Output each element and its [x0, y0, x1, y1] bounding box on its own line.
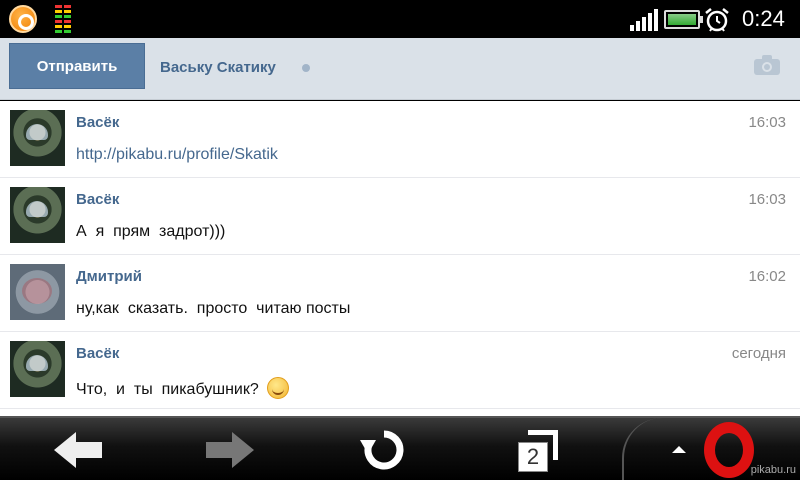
send-button[interactable]: Отправить [9, 43, 145, 89]
level-meter-icon [55, 5, 71, 33]
status-clock: 0:24 [742, 6, 785, 31]
conversation-header: Отправить Ваську Скатику [0, 38, 800, 100]
reload-icon[interactable] [360, 426, 408, 474]
message-text-row: Что, и ты пикабушник? [76, 377, 289, 399]
message-text: ну,как сказать. просто читаю посты [76, 300, 351, 317]
message-author[interactable]: Дмитрий [76, 268, 142, 285]
message-text: Что, и ты пикабушник? [76, 381, 259, 398]
message-time: 16:03 [748, 114, 786, 131]
tabs-count: 2 [518, 442, 548, 472]
message-author[interactable]: Васёк [76, 114, 119, 131]
message-author[interactable]: Васёк [76, 345, 119, 362]
avatar[interactable] [10, 187, 65, 243]
avatar[interactable] [10, 264, 65, 320]
message-time: 16:03 [748, 191, 786, 208]
message-item[interactable]: Васёк 16:03 А я прям задрот))) [0, 178, 800, 255]
message-time: сегодня [731, 345, 786, 362]
tabs-icon[interactable]: 2 [518, 428, 564, 474]
status-bar: 0:24 [0, 0, 800, 38]
back-arrow-icon[interactable] [52, 430, 104, 470]
camera-icon[interactable] [753, 54, 781, 76]
avatar[interactable] [10, 110, 65, 166]
message-link[interactable]: http://pikabu.ru/profile/Skatik [76, 146, 278, 164]
recipient-name[interactable]: Ваську Скатику [160, 59, 276, 76]
signal-icon [630, 9, 658, 31]
message-item[interactable]: Васёк сегодня Что, и ты пикабушник? [0, 332, 800, 409]
browser-toolbar: 2 pikabu.ru [0, 416, 800, 480]
avatar[interactable] [10, 341, 65, 397]
message-item[interactable]: Васёк 16:03 http://pikabu.ru/profile/Ska… [0, 101, 800, 178]
app-icon[interactable] [9, 5, 37, 33]
message-item[interactable]: Дмитрий 16:02 ну,как сказать. просто чит… [0, 255, 800, 332]
opera-icon [704, 422, 754, 478]
alarm-icon [705, 8, 729, 32]
message-text: А я прям задрот))) [76, 223, 226, 240]
online-status-dot [302, 64, 310, 72]
message-time: 16:02 [748, 268, 786, 285]
forward-arrow-icon[interactable] [204, 430, 256, 470]
battery-icon [664, 10, 703, 29]
smiley-icon [266, 377, 289, 399]
message-list[interactable]: Васёк 16:03 http://pikabu.ru/profile/Ska… [0, 101, 800, 416]
watermark: pikabu.ru [750, 464, 796, 476]
message-author[interactable]: Васёк [76, 191, 119, 208]
menu-up-icon [672, 446, 686, 453]
